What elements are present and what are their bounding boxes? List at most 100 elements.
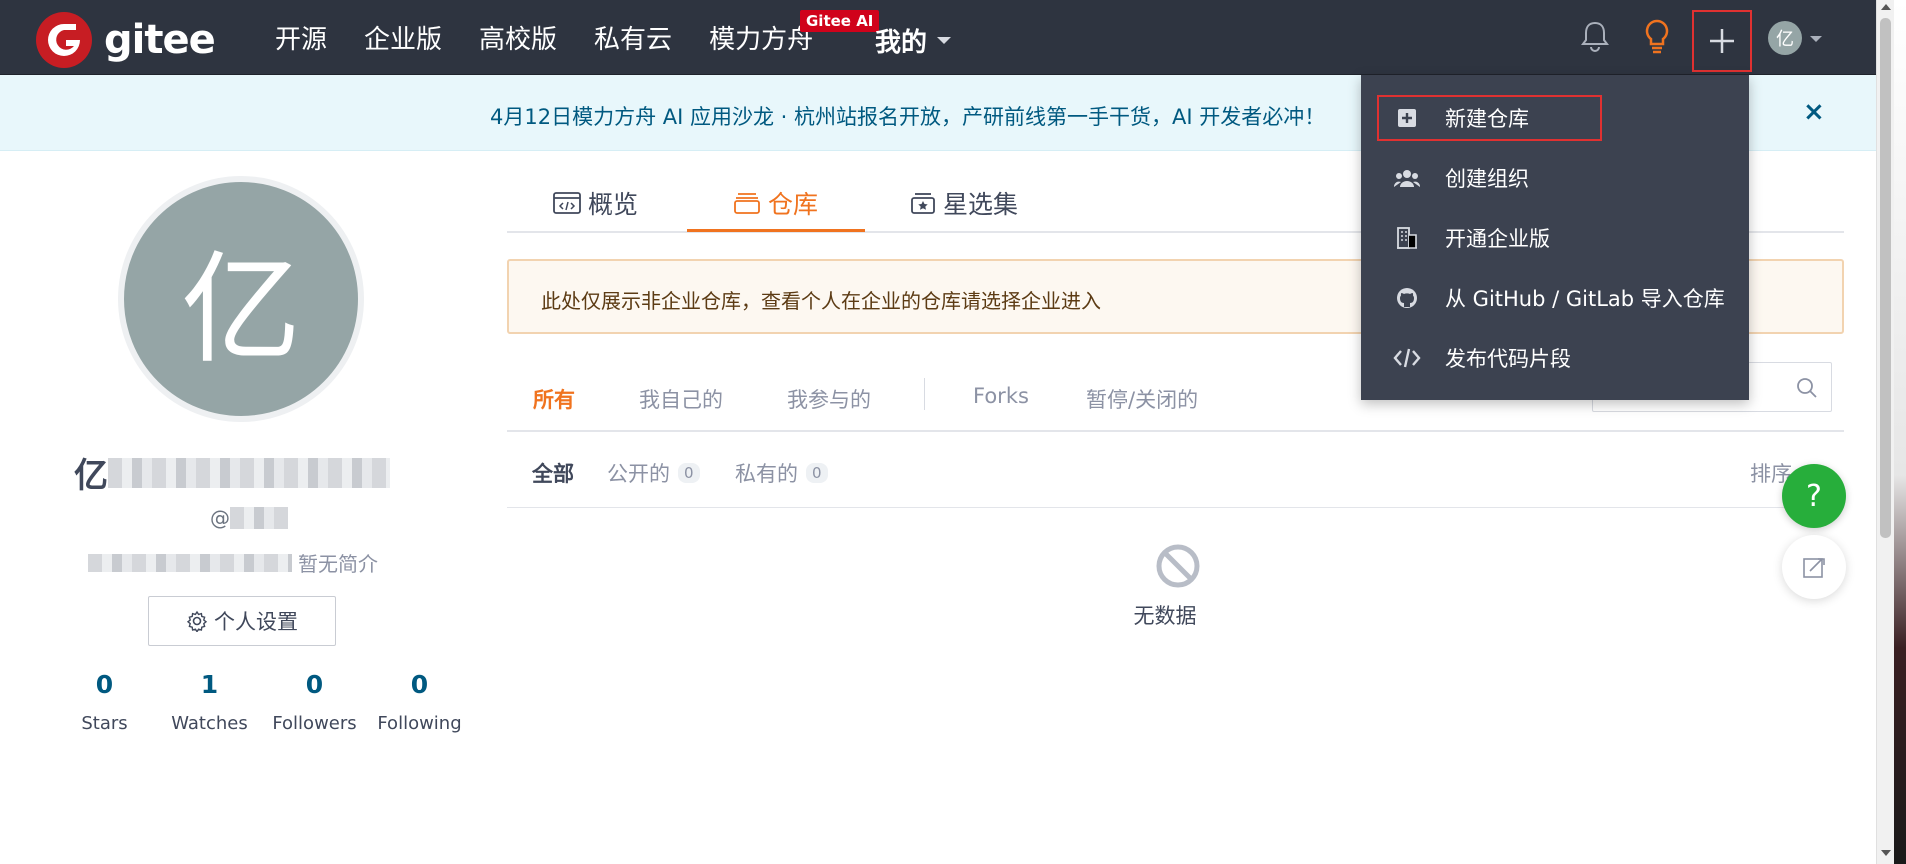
gear-icon — [186, 610, 208, 632]
redacted-handle — [230, 507, 288, 529]
visibility-public-label: 公开的 — [607, 462, 670, 486]
stat-label: Stars — [81, 713, 128, 734]
desktop-edge — [1894, 0, 1906, 864]
tab-label: 仓库 — [768, 190, 819, 219]
brand-name: gitee — [104, 17, 216, 63]
tab-overview[interactable]: 概览 — [552, 185, 638, 221]
filter-participated[interactable]: 我参与的 — [787, 384, 871, 414]
menu-item-import-repo[interactable]: 从 GitHub / GitLab 导入仓库 — [1361, 270, 1749, 326]
filter-mine[interactable]: 我自己的 — [639, 384, 723, 414]
empty-state-text: 无数据 — [1133, 604, 1197, 628]
tab-repositories[interactable]: 仓库 — [732, 185, 818, 221]
menu-item-create-org[interactable]: 创建组织 — [1361, 150, 1749, 206]
visibility-public[interactable]: 公开的 0 — [607, 458, 700, 488]
code-icon — [1391, 347, 1423, 369]
stat-label: Followers — [272, 713, 357, 734]
personal-settings-label: 个人设置 — [214, 610, 298, 634]
profile-bio-text: 暂无简介 — [298, 552, 378, 576]
scroll-down-arrow-icon[interactable] — [1881, 850, 1891, 856]
page-scrollbar[interactable] — [1876, 0, 1894, 864]
stat-count: 0 — [95, 670, 114, 699]
user-avatar[interactable]: 亿 — [1768, 21, 1802, 55]
empty-state: 无数据 — [1130, 542, 1210, 630]
stat-count: 0 — [305, 670, 324, 699]
nav-mine-dropdown[interactable]: 我的 — [875, 22, 952, 59]
active-tab-underline — [687, 229, 865, 232]
no-data-icon — [1156, 544, 1200, 588]
nav-mine-label: 我的 — [875, 28, 928, 58]
visibility-all[interactable]: 全部 — [532, 458, 574, 488]
gitee-logo[interactable]: gitee — [36, 12, 216, 68]
create-plus-button[interactable] — [1692, 10, 1752, 72]
notice-text: 此处仅展示非企业仓库，查看个人在企业的仓库请选择企业进入 — [541, 289, 1101, 313]
plus-square-icon — [1391, 107, 1423, 129]
feedback-button[interactable] — [1782, 535, 1846, 599]
nav-link-opensource[interactable]: 开源 — [275, 19, 327, 56]
menu-item-label: 新建仓库 — [1445, 107, 1529, 131]
filter-paused-closed[interactable]: 暂停/关闭的 — [1086, 384, 1198, 414]
filter-all[interactable]: 所有 — [533, 384, 575, 414]
profile-bio: 暂无简介 — [88, 548, 378, 577]
menu-item-new-repo[interactable]: 新建仓库 — [1361, 90, 1749, 146]
scrollbar-thumb[interactable] — [1880, 18, 1891, 538]
users-icon — [1391, 167, 1423, 189]
gitee-ai-badge[interactable]: Gitee AI — [800, 10, 880, 32]
code-window-icon — [553, 192, 581, 214]
bell-icon[interactable] — [1580, 20, 1610, 56]
tab-label: 星选集 — [943, 190, 1019, 219]
nav-link-edu[interactable]: 高校版 — [479, 19, 557, 56]
lightbulb-icon[interactable] — [1642, 18, 1672, 58]
menu-item-enterprise[interactable]: 开通企业版 — [1361, 210, 1749, 266]
plus-icon — [1710, 29, 1734, 53]
top-navbar: gitee 开源 企业版 高校版 私有云 模力方舟 Gitee AI 我的 亿 — [0, 0, 1876, 75]
edit-icon — [1803, 558, 1825, 578]
profile-handle-prefix: @ — [210, 506, 230, 530]
menu-item-label: 创建组织 — [1445, 167, 1529, 191]
tab-star-collections[interactable]: 星选集 — [909, 185, 1018, 221]
github-icon — [1391, 286, 1423, 310]
building-icon — [1391, 226, 1423, 250]
nav-link-moli[interactable]: 模力方舟 — [709, 19, 813, 56]
stat-watches[interactable]: 1 Watches — [157, 670, 262, 734]
nav-link-private-cloud[interactable]: 私有云 — [594, 19, 672, 56]
profile-avatar: 亿 — [118, 176, 364, 422]
visibility-private[interactable]: 私有的 0 — [735, 458, 828, 488]
stat-label: Watches — [171, 713, 248, 734]
stat-following[interactable]: 0 Following — [367, 670, 472, 734]
profile-name: 亿 — [74, 448, 390, 497]
stat-label: Following — [377, 713, 462, 734]
gitee-logo-icon — [36, 12, 92, 68]
nav-link-enterprise[interactable]: 企业版 — [364, 19, 442, 56]
star-collection-icon — [911, 193, 935, 214]
search-icon — [1797, 378, 1817, 398]
visibility-filter-row: 全部 公开的 0 私有的 0 排序 — [507, 448, 1844, 508]
redacted-bio — [88, 553, 292, 572]
stat-stars[interactable]: 0 Stars — [52, 670, 157, 734]
menu-item-label: 从 GitHub / GitLab 导入仓库 — [1445, 287, 1725, 311]
redacted-name — [108, 457, 390, 488]
repo-icon — [734, 193, 760, 214]
main-nav: 开源 企业版 高校版 私有云 模力方舟 — [275, 0, 850, 75]
scroll-up-arrow-icon[interactable] — [1881, 4, 1891, 10]
public-count-badge: 0 — [678, 463, 700, 483]
chevron-down-icon[interactable] — [1810, 36, 1822, 42]
filter-divider — [924, 378, 925, 410]
close-icon[interactable]: × — [1803, 97, 1825, 127]
create-dropdown-menu: 新建仓库 创建组织 开通企业版 从 GitHub / GitLab 导入仓库 发… — [1361, 75, 1749, 400]
announcement-text[interactable]: 4月12日模力方舟 AI 应用沙龙 · 杭州站报名开放，产研前线第一手干货，AI… — [490, 101, 1325, 131]
stat-count: 0 — [410, 670, 429, 699]
personal-settings-button[interactable]: 个人设置 — [148, 596, 336, 646]
profile-handle: @ — [210, 506, 288, 530]
menu-item-label: 发布代码片段 — [1445, 347, 1571, 371]
help-button[interactable]: ? — [1782, 464, 1846, 528]
menu-item-publish-snippet[interactable]: 发布代码片段 — [1361, 330, 1749, 386]
menu-item-label: 开通企业版 — [1445, 227, 1550, 251]
chevron-down-icon — [937, 37, 952, 44]
profile-stats: 0 Stars 1 Watches 0 Followers 0 Followin… — [52, 670, 472, 734]
stat-count: 1 — [200, 670, 219, 699]
private-count-badge: 0 — [806, 463, 828, 483]
stat-followers[interactable]: 0 Followers — [262, 670, 367, 734]
visibility-private-label: 私有的 — [735, 462, 798, 486]
filter-forks[interactable]: Forks — [973, 384, 1029, 408]
tab-label: 概览 — [588, 190, 639, 219]
